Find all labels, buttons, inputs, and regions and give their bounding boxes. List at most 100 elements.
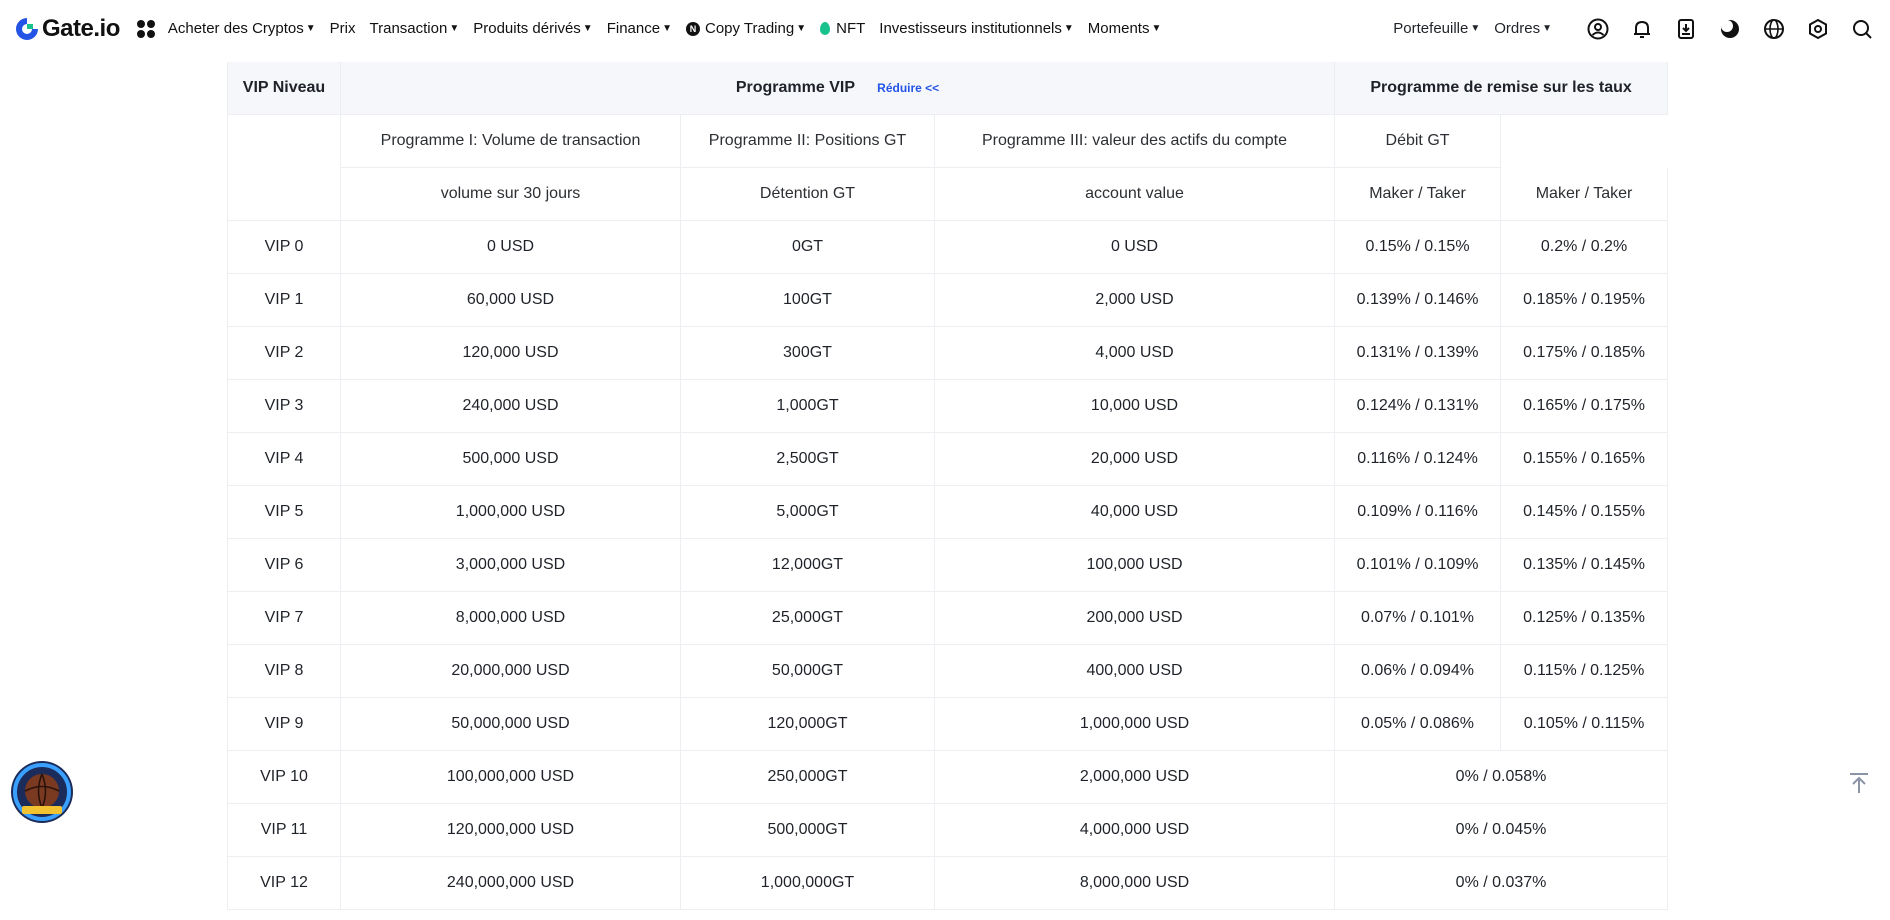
menu-buy-crypto[interactable]: Acheter des Cryptos ▼	[168, 20, 316, 37]
vip-level-header: VIP Niveau	[227, 62, 341, 115]
vip-program-title: Programme VIP	[735, 79, 855, 96]
account-value-cell: 100,000 USD	[934, 538, 1336, 592]
fee-gt-cell: 0.06% / 0.094%	[1334, 644, 1502, 698]
basketball-badge-icon	[11, 761, 73, 823]
account-value-cell: 40,000 USD	[934, 485, 1336, 539]
volume-cell: 0 USD	[340, 220, 681, 274]
account-value-cell: 200,000 USD	[934, 591, 1336, 645]
account-value-cell: 2,000,000 USD	[934, 750, 1336, 804]
fee-gt-cell: 0.05% / 0.086%	[1334, 697, 1502, 751]
vip-row: VIP 4 500,000 USD 2,500GT 20,000 USD 0.116% …	[227, 432, 1669, 486]
fee-cell: 0.185% / 0.195%	[1500, 273, 1669, 327]
collapse-link[interactable]: Réduire <<	[877, 81, 939, 95]
promo-badge[interactable]	[10, 760, 74, 824]
caret-down-icon: ▼	[1063, 23, 1074, 34]
download-icon[interactable]	[1674, 17, 1698, 41]
menu-copy-trading[interactable]: N Copy Trading ▼	[685, 20, 807, 37]
globe-icon[interactable]	[1762, 17, 1786, 41]
volume-cell: 60,000 USD	[340, 273, 681, 327]
vip-level-cell: VIP 4	[227, 432, 341, 486]
vip-row: VIP 5 1,000,000 USD 5,000GT 40,000 USD 0.109…	[227, 485, 1669, 539]
fee-cell: 0.2% / 0.2%	[1500, 220, 1669, 274]
vip-row: VIP 00 USD 0GT 0 USD 0.15% / 0.15% 0.2% / 0.…	[227, 220, 1669, 274]
account-value-cell: 10,000 USD	[934, 379, 1336, 433]
account-sublabel: account value	[934, 167, 1336, 221]
wallet-label: Portefeuille	[1393, 20, 1469, 37]
menu-label: Acheter des Cryptos	[167, 20, 304, 37]
menu-prices[interactable]: Prix	[330, 20, 356, 37]
gt-holding-cell: 25,000GT	[680, 591, 935, 645]
vip-rows: VIP 00 USD 0GT 0 USD 0.15% / 0.15% 0.2% / 0.…	[227, 220, 1669, 910]
menu-label: Prix	[329, 20, 356, 37]
vip-level-cell: VIP 8	[227, 644, 341, 698]
empty-cell	[1500, 114, 1668, 168]
gt-holding-cell: 100GT	[680, 273, 935, 327]
main-menu: Acheter des Cryptos ▼ Prix Transaction ▼ P…	[161, 20, 1169, 37]
maker-taker-sublabel: Maker / Taker	[1500, 167, 1669, 221]
search-icon[interactable]	[1850, 17, 1874, 41]
vip-row: VIP 9 50,000,000 USD 120,000GT 1,000,000 US…	[227, 697, 1669, 751]
menu-finance[interactable]: Finance ▼	[607, 20, 672, 37]
fee-cell: 0% / 0.045%	[1334, 803, 1669, 857]
settings-icon[interactable]	[1806, 17, 1830, 41]
vip-row: VIP 8 20,000,000 USD 50,000GT 400,000 USD 0.…	[227, 644, 1669, 698]
volume-cell: 1,000,000 USD	[340, 485, 681, 539]
gt-holding-cell: 300GT	[680, 326, 935, 380]
vip-level-cell: VIP 7	[227, 591, 341, 645]
wallet-menu[interactable]: Portefeuille ▼	[1393, 20, 1480, 37]
vip-level-cell: VIP 10	[227, 750, 341, 804]
maker-taker-gt-sublabel: Maker / Taker	[1334, 167, 1502, 221]
menu-label: Investisseurs institutionnels	[879, 20, 1062, 37]
menu-moments[interactable]: Moments ▼	[1088, 20, 1162, 37]
fee-cell: 0% / 0.058%	[1334, 750, 1669, 804]
caret-down-icon: ▼	[449, 23, 460, 34]
menu-nft[interactable]: NFT	[820, 20, 865, 37]
apps-grid-icon[interactable]	[136, 19, 155, 38]
top-nav: Gate.io Acheter des Cryptos ▼ Prix Transa…	[0, 0, 1890, 57]
volume-cell: 500,000 USD	[340, 432, 681, 486]
volume-cell: 20,000,000 USD	[340, 644, 681, 698]
menu-trade[interactable]: Transaction ▼	[370, 20, 460, 37]
volume-sublabel: volume sur 30 jours	[340, 167, 681, 221]
volume-cell: 3,000,000 USD	[340, 538, 681, 592]
brand-logo[interactable]: Gate.io	[14, 0, 120, 57]
back-to-top-button[interactable]	[1846, 770, 1872, 796]
orders-label: Ordres	[1494, 20, 1541, 37]
vip-row: VIP 7 8,000,000 USD 25,000GT 200,000 USD 0.0…	[227, 591, 1669, 645]
menu-derivatives[interactable]: Produits dérivés ▼	[473, 20, 592, 37]
bell-icon[interactable]	[1630, 17, 1654, 41]
gt-holding-cell: 50,000GT	[680, 644, 935, 698]
empty-cell	[227, 114, 341, 221]
gt-holding-cell: 5,000GT	[680, 485, 935, 539]
menu-label: Copy Trading	[704, 20, 795, 37]
menu-label: Finance	[606, 20, 661, 37]
account-value-cell: 20,000 USD	[934, 432, 1336, 486]
vip-level-cell: VIP 6	[227, 538, 341, 592]
volume-cell: 240,000 USD	[340, 379, 681, 433]
fee-gt-cell: 0.101% / 0.109%	[1334, 538, 1502, 592]
vip-level-cell: VIP 12	[227, 856, 341, 910]
theme-icon[interactable]	[1718, 17, 1742, 41]
orders-menu[interactable]: Ordres ▼	[1494, 20, 1552, 37]
gt-holding-cell: 12,000GT	[680, 538, 935, 592]
volume-cell: 240,000,000 USD	[340, 856, 681, 910]
volume-cell: 120,000 USD	[340, 326, 681, 380]
gt-holding-cell: 0GT	[680, 220, 935, 274]
account-value-cell: 4,000,000 USD	[934, 803, 1336, 857]
menu-institutional[interactable]: Investisseurs institutionnels ▼	[879, 20, 1074, 37]
gt-holding-cell: 1,000,000GT	[680, 856, 935, 910]
fee-cell: 0.105% / 0.115%	[1500, 697, 1669, 751]
caret-down-icon: ▼	[796, 23, 807, 34]
volume-cell: 100,000,000 USD	[340, 750, 681, 804]
fee-gt-cell: 0.124% / 0.131%	[1334, 379, 1502, 433]
user-icon[interactable]	[1586, 17, 1610, 41]
account-value-cell: 0 USD	[934, 220, 1336, 274]
fee-cell: 0.175% / 0.185%	[1500, 326, 1669, 380]
volume-cell: 50,000,000 USD	[340, 697, 681, 751]
fee-cell: 0.155% / 0.165%	[1500, 432, 1669, 486]
fee-cell: 0.115% / 0.125%	[1500, 644, 1669, 698]
holding-sublabel: Détention GT	[680, 167, 935, 221]
vip-row: VIP 1 60,000 USD 100GT 2,000 USD 0.139% / 0.…	[227, 273, 1669, 327]
caret-down-icon: ▼	[582, 23, 593, 34]
caret-down-icon: ▼	[1470, 23, 1481, 34]
